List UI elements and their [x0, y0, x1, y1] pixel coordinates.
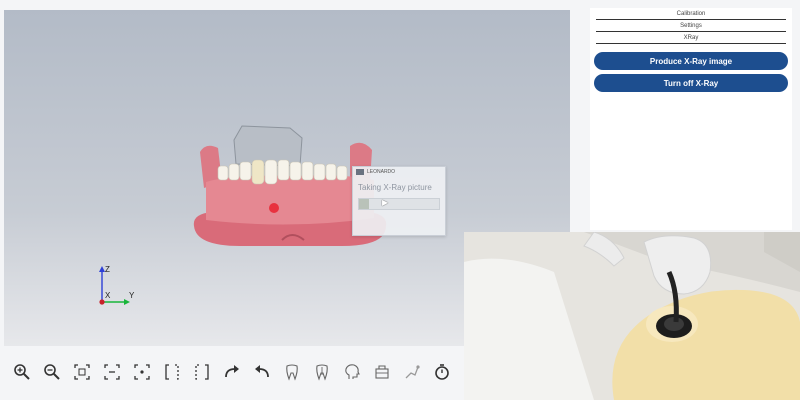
timer-icon[interactable] [430, 360, 454, 384]
zoom-in-icon[interactable] [10, 360, 34, 384]
mouse-cursor-icon: ▶ [382, 198, 389, 207]
menu-xray[interactable]: XRay [596, 32, 786, 44]
menu-settings[interactable]: Settings [596, 20, 786, 32]
axis-x-label: X [105, 291, 111, 300]
redo-icon[interactable] [220, 360, 244, 384]
axis-gizmo: Z X Y [99, 265, 135, 305]
target-marker [269, 203, 279, 213]
menu-calibration[interactable]: Calibration [596, 8, 786, 20]
xray-control-panel: Calibration Settings XRay Produce X-Ray … [590, 8, 792, 230]
xray-progress-bar [358, 198, 440, 210]
view-left-icon[interactable] [160, 360, 184, 384]
dialog-message: Taking X-Ray picture [358, 183, 432, 192]
fit-width-icon[interactable] [100, 360, 124, 384]
viewport-toolbar [4, 352, 470, 392]
xray-progress-dialog: LEONARDO Taking X-Ray picture [352, 166, 446, 236]
head-profile-icon[interactable] [340, 360, 364, 384]
axis-y-label: Y [129, 291, 135, 300]
app-logo-icon [356, 169, 364, 175]
axis-z-label: Z [105, 265, 110, 274]
scanner-arm-icon[interactable] [400, 360, 424, 384]
zoom-out-icon[interactable] [40, 360, 64, 384]
camera-video-overlay [464, 232, 800, 400]
dialog-titlebar: LEONARDO [353, 167, 445, 177]
progress-fill [359, 199, 369, 209]
fit-all-icon[interactable] [70, 360, 94, 384]
produce-xray-button[interactable]: Produce X-Ray image [594, 52, 788, 70]
undo-icon[interactable] [250, 360, 274, 384]
dialog-app-name: LEONARDO [367, 169, 396, 175]
xray-device-icon[interactable] [370, 360, 394, 384]
operator-camera-feed [464, 232, 800, 400]
view-right-icon[interactable] [190, 360, 214, 384]
tooth-icon[interactable] [280, 360, 304, 384]
gum [206, 175, 374, 225]
turn-off-xray-button[interactable]: Turn off X-Ray [594, 74, 788, 92]
tooth-root-icon[interactable] [310, 360, 334, 384]
fit-center-icon[interactable] [130, 360, 154, 384]
